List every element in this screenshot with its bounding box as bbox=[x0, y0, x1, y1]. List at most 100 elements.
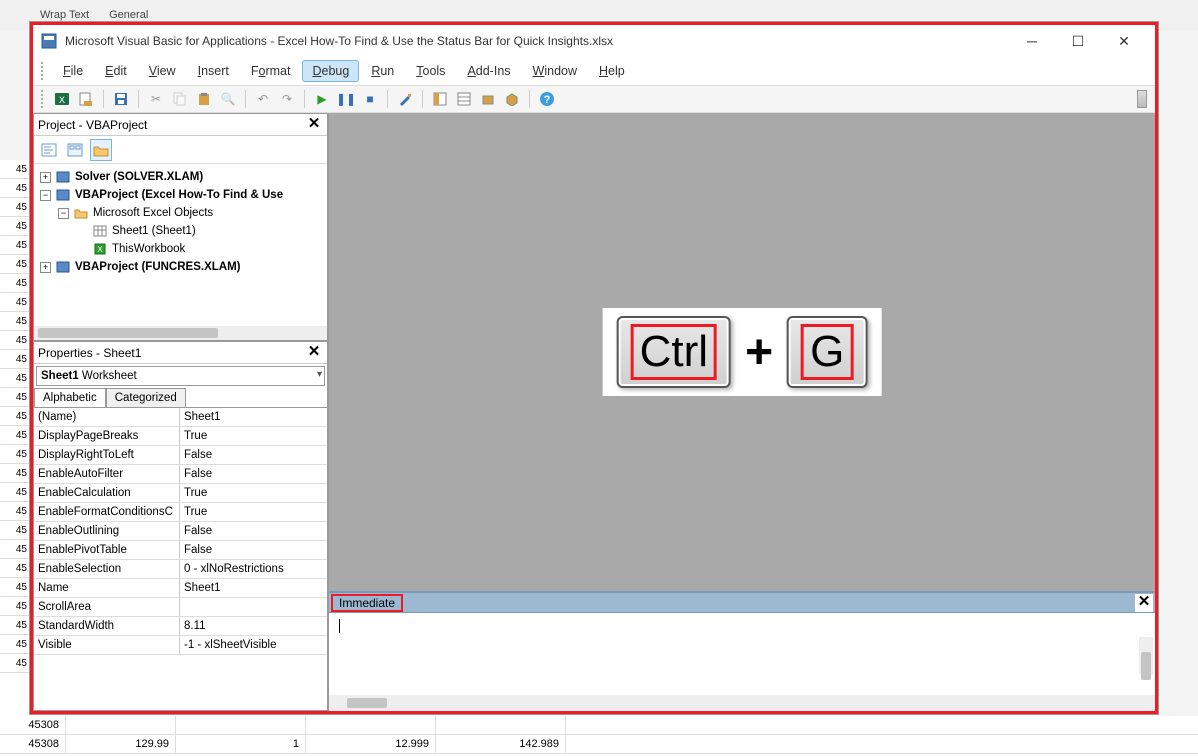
save-icon[interactable] bbox=[112, 90, 130, 108]
menubar-grip[interactable] bbox=[41, 62, 47, 80]
property-name: EnableSelection bbox=[34, 560, 180, 578]
collapse-icon[interactable]: − bbox=[58, 208, 69, 219]
insert-module-icon[interactable] bbox=[77, 90, 95, 108]
project-hscrollbar[interactable] bbox=[34, 326, 327, 340]
immediate-hscrollbar[interactable] bbox=[329, 695, 1155, 711]
toolbox-icon[interactable] bbox=[503, 90, 521, 108]
close-button[interactable]: ✕ bbox=[1101, 26, 1147, 56]
expand-icon[interactable]: + bbox=[40, 172, 51, 183]
toggle-folders-icon[interactable] bbox=[90, 139, 112, 161]
property-value[interactable]: True bbox=[180, 503, 327, 521]
immediate-vscrollbar[interactable] bbox=[1139, 637, 1153, 675]
properties-pane-close-icon[interactable]: ✕ bbox=[305, 344, 323, 362]
run-icon[interactable]: ▶ bbox=[313, 90, 331, 108]
toolbar-grip[interactable] bbox=[41, 90, 47, 108]
tree-node-thisworkbook[interactable]: X ThisWorkbook bbox=[36, 240, 325, 258]
property-row[interactable]: ScrollArea bbox=[34, 598, 327, 617]
property-value[interactable]: Sheet1 bbox=[180, 579, 327, 597]
project-explorer-icon[interactable] bbox=[431, 90, 449, 108]
tab-categorized[interactable]: Categorized bbox=[106, 388, 186, 407]
property-value[interactable]: False bbox=[180, 446, 327, 464]
property-name: ScrollArea bbox=[34, 598, 180, 616]
property-row[interactable]: EnableAutoFilterFalse bbox=[34, 465, 327, 484]
view-object-icon[interactable] bbox=[64, 139, 86, 161]
property-value[interactable]: False bbox=[180, 522, 327, 540]
menu-addins[interactable]: Add-Ins bbox=[457, 60, 520, 82]
property-row[interactable]: DisplayPageBreaksTrue bbox=[34, 427, 327, 446]
tab-alphabetic[interactable]: Alphabetic bbox=[34, 388, 106, 407]
project-icon bbox=[55, 170, 71, 184]
property-row[interactable]: EnableSelection0 - xlNoRestrictions bbox=[34, 560, 327, 579]
titlebar[interactable]: Microsoft Visual Basic for Applications … bbox=[33, 25, 1155, 57]
text-cursor bbox=[339, 619, 340, 633]
property-value[interactable] bbox=[180, 598, 327, 616]
find-icon[interactable]: 🔍 bbox=[219, 90, 237, 108]
property-row[interactable]: DisplayRightToLeftFalse bbox=[34, 446, 327, 465]
property-row[interactable]: StandardWidth8.11 bbox=[34, 617, 327, 636]
tree-node-excel-objects[interactable]: − Microsoft Excel Objects bbox=[36, 204, 325, 222]
number-format-label: General bbox=[109, 9, 148, 21]
tree-node-solver[interactable]: + Solver (SOLVER.XLAM) bbox=[36, 168, 325, 186]
property-row[interactable]: EnableFormatConditionsCTrue bbox=[34, 503, 327, 522]
property-name: DisplayPageBreaks bbox=[34, 427, 180, 445]
reset-icon[interactable]: ■ bbox=[361, 90, 379, 108]
view-code-icon[interactable] bbox=[38, 139, 60, 161]
property-name: EnableOutlining bbox=[34, 522, 180, 540]
menu-edit[interactable]: Edit bbox=[95, 60, 137, 82]
expand-icon[interactable]: + bbox=[40, 262, 51, 273]
property-row[interactable]: EnableCalculationTrue bbox=[34, 484, 327, 503]
object-browser-icon[interactable] bbox=[479, 90, 497, 108]
property-value[interactable]: Sheet1 bbox=[180, 408, 327, 426]
menu-window[interactable]: Window bbox=[523, 60, 587, 82]
wrap-text-label: Wrap Text bbox=[40, 9, 89, 21]
undo-icon[interactable]: ↶ bbox=[254, 90, 272, 108]
redo-icon[interactable]: ↷ bbox=[278, 90, 296, 108]
minimize-button[interactable]: ─ bbox=[1009, 26, 1055, 56]
menu-view[interactable]: View bbox=[139, 60, 186, 82]
project-explorer-pane: Project - VBAProject ✕ + Solver (SOLVER.… bbox=[33, 113, 328, 341]
property-value[interactable]: False bbox=[180, 541, 327, 559]
paste-icon[interactable] bbox=[195, 90, 213, 108]
copy-icon[interactable] bbox=[171, 90, 189, 108]
property-row[interactable]: (Name)Sheet1 bbox=[34, 408, 327, 427]
excel-row-headers: 4545454545454545454545454545454545454545… bbox=[0, 160, 30, 716]
property-value[interactable]: -1 - xlSheetVisible bbox=[180, 636, 327, 654]
property-value[interactable]: True bbox=[180, 427, 327, 445]
property-value[interactable]: False bbox=[180, 465, 327, 483]
property-value[interactable]: 8.11 bbox=[180, 617, 327, 635]
maximize-button[interactable]: ☐ bbox=[1055, 26, 1101, 56]
properties-window-icon[interactable] bbox=[455, 90, 473, 108]
tree-node-funcres[interactable]: + VBAProject (FUNCRES.XLAM) bbox=[36, 258, 325, 276]
menu-help[interactable]: Help bbox=[589, 60, 635, 82]
menu-debug[interactable]: Debug bbox=[302, 60, 359, 82]
property-grid[interactable]: (Name)Sheet1DisplayPageBreaksTrueDisplay… bbox=[34, 407, 327, 710]
property-value[interactable]: 0 - xlNoRestrictions bbox=[180, 560, 327, 578]
toolbar-end-grip[interactable] bbox=[1137, 90, 1147, 108]
property-name: DisplayRightToLeft bbox=[34, 446, 180, 464]
immediate-close-icon[interactable]: ✕ bbox=[1135, 594, 1153, 612]
collapse-icon[interactable]: − bbox=[40, 190, 51, 201]
menu-file[interactable]: File bbox=[53, 60, 93, 82]
tree-node-vbaproject[interactable]: − VBAProject (Excel How-To Find & Use bbox=[36, 186, 325, 204]
dropdown-icon[interactable]: ▾ bbox=[317, 369, 322, 380]
design-mode-icon[interactable] bbox=[396, 90, 414, 108]
cut-icon[interactable]: ✂ bbox=[147, 90, 165, 108]
menu-tools[interactable]: Tools bbox=[406, 60, 455, 82]
property-row[interactable]: EnablePivotTableFalse bbox=[34, 541, 327, 560]
menu-format[interactable]: Format bbox=[241, 60, 301, 82]
property-value[interactable]: True bbox=[180, 484, 327, 502]
project-pane-close-icon[interactable]: ✕ bbox=[305, 116, 323, 134]
menu-insert[interactable]: Insert bbox=[188, 60, 239, 82]
immediate-input[interactable] bbox=[329, 613, 1155, 695]
tree-node-sheet1[interactable]: Sheet1 (Sheet1) bbox=[36, 222, 325, 240]
property-row[interactable]: Visible-1 - xlSheetVisible bbox=[34, 636, 327, 655]
break-icon[interactable]: ❚❚ bbox=[337, 90, 355, 108]
property-row[interactable]: NameSheet1 bbox=[34, 579, 327, 598]
object-selector[interactable]: Sheet1 Worksheet ▾ bbox=[36, 366, 325, 386]
property-row[interactable]: EnableOutliningFalse bbox=[34, 522, 327, 541]
project-tree[interactable]: + Solver (SOLVER.XLAM) − VBAProject (Exc… bbox=[34, 164, 327, 326]
excel-grid-rows: 45308 45308 129.99 1 12.999 142.989 bbox=[0, 716, 1198, 756]
menu-run[interactable]: Run bbox=[361, 60, 404, 82]
help-icon[interactable]: ? bbox=[538, 90, 556, 108]
view-excel-icon[interactable]: X bbox=[53, 90, 71, 108]
